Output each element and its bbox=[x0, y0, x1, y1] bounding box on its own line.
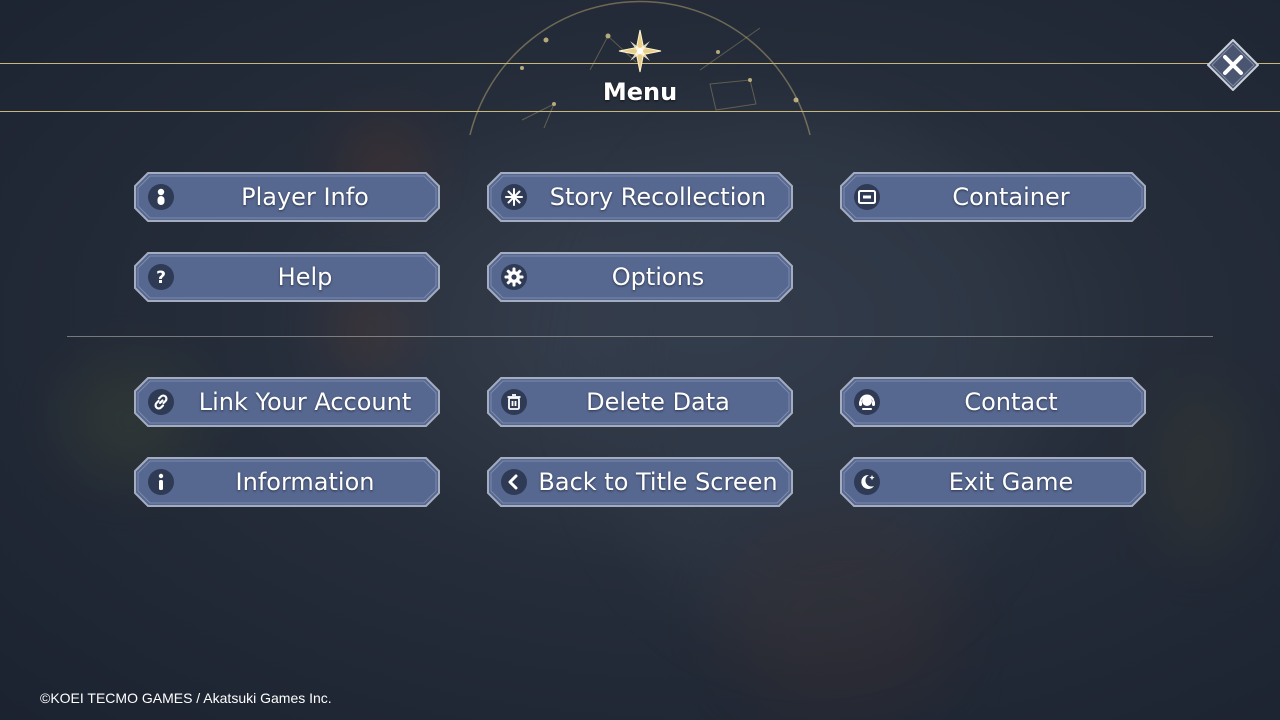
link-icon bbox=[148, 389, 174, 415]
back-to-title-screen-button[interactable]: Back to Title Screen bbox=[487, 457, 793, 507]
copyright-text: ©KOEI TECMO GAMES / Akatsuki Games Inc. bbox=[40, 690, 332, 706]
options-button[interactable]: Options bbox=[487, 252, 793, 302]
close-button[interactable] bbox=[1207, 39, 1259, 91]
background-foliage-blur bbox=[1150, 380, 1250, 560]
trash-icon bbox=[501, 389, 527, 415]
delete-data-button[interactable]: Delete Data bbox=[487, 377, 793, 427]
back-arrow-icon bbox=[501, 469, 527, 495]
contact-button[interactable]: Contact bbox=[840, 377, 1146, 427]
header-line-bottom bbox=[0, 111, 1280, 112]
exit-game-button[interactable]: Exit Game bbox=[840, 457, 1146, 507]
menu-button-label: Exit Game bbox=[948, 468, 1074, 496]
menu-button-label: Delete Data bbox=[586, 388, 730, 416]
player-info-button[interactable]: Player Info bbox=[134, 172, 440, 222]
help-button[interactable]: ? Help bbox=[134, 252, 440, 302]
background-light-blur bbox=[340, 300, 400, 360]
compass-star-icon bbox=[618, 29, 662, 73]
menu-button-label: Player Info bbox=[241, 183, 369, 211]
link-your-account-button[interactable]: Link Your Account bbox=[134, 377, 440, 427]
menu-button-label: Help bbox=[277, 263, 333, 291]
information-button[interactable]: Information bbox=[134, 457, 440, 507]
moon-icon bbox=[854, 469, 880, 495]
gear-icon bbox=[501, 264, 527, 290]
background-character-blur bbox=[720, 520, 960, 720]
menu-button-label: Container bbox=[952, 183, 1070, 211]
container-button[interactable]: Container bbox=[840, 172, 1146, 222]
player-info-icon bbox=[148, 184, 174, 210]
section-divider bbox=[67, 336, 1213, 337]
sparkle-icon bbox=[501, 184, 527, 210]
menu-button-label: Back to Title Screen bbox=[538, 468, 778, 496]
support-headset-icon bbox=[854, 389, 880, 415]
menu-button-label: Link Your Account bbox=[198, 388, 412, 416]
menu-button-label: Options bbox=[611, 263, 705, 291]
container-icon bbox=[854, 184, 880, 210]
info-icon bbox=[148, 469, 174, 495]
menu-button-label: Story Recollection bbox=[549, 183, 767, 211]
page-title: Menu bbox=[602, 78, 678, 106]
story-recollection-button[interactable]: Story Recollection bbox=[487, 172, 793, 222]
menu-button-label: Contact bbox=[964, 388, 1058, 416]
svg-text:?: ? bbox=[156, 268, 166, 286]
menu-button-label: Information bbox=[235, 468, 375, 496]
question-icon: ? bbox=[148, 264, 174, 290]
